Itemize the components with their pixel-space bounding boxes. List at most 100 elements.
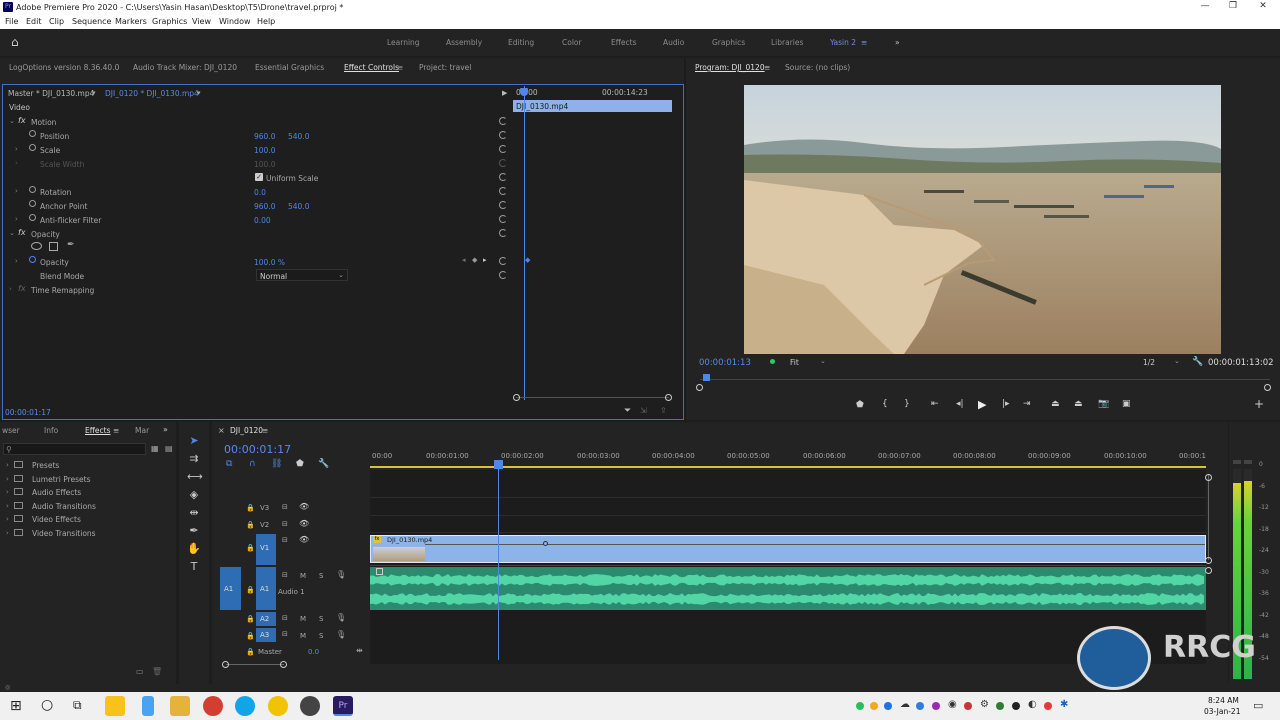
v3-sync-icon[interactable]: ⊟ [282,503,288,511]
a1-mute-button[interactable]: M [300,572,306,580]
step-back-icon[interactable]: ◂| [956,399,964,409]
resolution-dropdown-icon[interactable]: ⌄ [1174,357,1180,365]
sticky-notes-icon[interactable] [105,696,125,716]
workspace-audio[interactable]: Audio [663,38,684,47]
anchor-y-value[interactable]: 540.0 [288,202,309,211]
comparison-view-icon[interactable]: ▣ [1122,399,1131,409]
a2-target[interactable]: A2 [256,612,276,626]
a3-lock-icon[interactable]: 🔒 [246,632,255,640]
master-volume-value[interactable]: 0.0 [308,648,319,656]
scale-value[interactable]: 100.0 [254,146,275,155]
tray-icon-green2[interactable] [996,702,1004,710]
file-explorer-icon[interactable] [170,696,190,716]
wrench-icon[interactable]: 🔧 [1192,357,1203,367]
ec-zoom-right-handle[interactable] [665,394,672,401]
pen-mask-icon[interactable]: ✒ [67,240,75,250]
program-zoom-right[interactable] [1264,384,1271,391]
uniform-scale-checkbox[interactable]: ✓ [255,173,263,181]
tab-logoptions[interactable]: LogOptions version 8.36.40.0 [9,63,119,72]
video-scrollbar[interactable] [1208,474,1209,560]
a3-mic-icon[interactable]: 🎙 [336,630,346,639]
scale-twirl-icon[interactable]: › [15,145,18,153]
timeline-timecode[interactable]: 00:00:01:17 [224,443,291,456]
workspace-assembly[interactable]: Assembly [446,38,482,47]
lift-icon[interactable]: ⏏ [1051,399,1060,409]
opacity-fx-icon[interactable]: fx [18,228,26,237]
opacity-value-twirl-icon[interactable]: › [15,257,18,265]
tab-audio-track-mixer[interactable]: Audio Track Mixer: DJI_0120 [133,63,237,72]
task-view-icon[interactable]: ⧉ [73,698,82,713]
reset-rotation-icon[interactable] [499,187,507,195]
tab-menu-icon[interactable]: ≡ [397,63,403,72]
v1-lock-icon[interactable]: 🔒 [246,544,255,552]
v1-target[interactable]: V1 [256,534,276,565]
anchor-x-value[interactable]: 960.0 [254,202,275,211]
a2-lock-icon[interactable]: 🔒 [246,615,255,623]
tray-icon-red[interactable] [964,702,972,710]
fx-icon[interactable]: fx [18,116,26,125]
rotation-stopwatch-icon[interactable] [29,186,36,193]
filter-icon[interactable]: ⏷ [624,406,631,416]
a3-target[interactable]: A3 [256,628,276,642]
fit-dropdown-icon[interactable]: ⌄ [820,357,826,365]
menu-clip[interactable]: Clip [49,17,64,26]
app-icon-dark[interactable] [300,696,320,716]
add-marker-icon[interactable]: ⬟ [296,459,304,469]
meter-clip-right[interactable] [1244,460,1252,464]
scroll-handle-mid[interactable] [1205,557,1212,564]
workspace-menu-icon[interactable]: ≡ [861,38,867,47]
a3-solo-button[interactable]: S [319,632,323,640]
scroll-handle-top[interactable] [1205,474,1212,481]
tab-browser[interactable]: wser [2,426,20,435]
position-stopwatch-icon[interactable] [29,130,36,137]
go-to-in-icon[interactable]: ⇤ [931,399,939,409]
program-video-frame[interactable] [744,85,1221,354]
timeline-playhead[interactable] [498,462,499,660]
timeline-playhead-handle[interactable] [494,460,503,469]
a1-mic-icon[interactable]: 🎙 [336,570,346,579]
reset-opacity-icon[interactable] [499,257,507,265]
a1-lock-icon[interactable]: 🔒 [246,586,255,594]
keyframe-point[interactable] [543,541,548,546]
master-goto-icon[interactable]: ⇹ [356,646,363,655]
menu-window[interactable]: Window [219,17,251,26]
video-clip[interactable]: fx DJI_0130.mp4 [370,535,1206,563]
slip-tool-icon[interactable]: ⇹ [187,506,201,520]
windows-start-icon[interactable]: ⊞ [10,698,22,714]
effects-search-input[interactable]: ⚲ [3,443,146,455]
scale-stopwatch-icon[interactable] [29,144,36,151]
a1-solo-button[interactable]: S [319,572,323,580]
play-icon[interactable]: ▶ [978,398,986,411]
program-scrub-bar[interactable] [700,379,1270,380]
next-keyframe-icon[interactable]: ▸ [483,256,487,264]
mark-out-icon[interactable]: } [904,399,910,409]
nest-icon[interactable]: ⧉ [226,459,232,469]
audio-clip[interactable] [370,567,1206,610]
menu-view[interactable]: View [192,17,211,26]
reset-anchor-icon[interactable] [499,201,507,209]
mark-in-icon[interactable]: { [882,399,888,409]
reset-position-icon[interactable] [499,131,507,139]
home-icon[interactable]: ⌂ [11,35,25,49]
opacity-twirl-icon[interactable]: ⌄ [9,229,15,237]
workspace-graphics[interactable]: Graphics [712,38,745,47]
anchor-stopwatch-icon[interactable] [29,200,36,207]
time-remap-twirl-icon[interactable]: › [9,285,12,293]
rss-icon[interactable]: ◉ [948,699,957,710]
anti-flicker-value[interactable]: 0.00 [254,216,271,225]
a3-sync-icon[interactable]: ⊟ [282,630,288,638]
v2-label[interactable]: V2 [260,521,269,529]
workspace-editing[interactable]: Editing [508,38,534,47]
reset-scale-icon[interactable] [499,145,507,153]
menu-sequence[interactable]: Sequence [72,17,111,26]
timeline-settings-icon[interactable]: 🔧 [318,459,329,469]
position-x-value[interactable]: 960.0 [254,132,275,141]
menu-edit[interactable]: Edit [26,17,42,26]
tray-icon-orange[interactable] [870,702,878,710]
tray-icon-circle[interactable]: ◐ [1028,699,1037,710]
workspace-learning[interactable]: Learning [387,38,420,47]
master-dropdown-icon[interactable]: ▾ [92,89,96,97]
workspace-effects[interactable]: Effects [611,38,637,47]
rotation-value[interactable]: 0.0 [254,188,266,197]
program-playhead[interactable] [703,374,710,381]
